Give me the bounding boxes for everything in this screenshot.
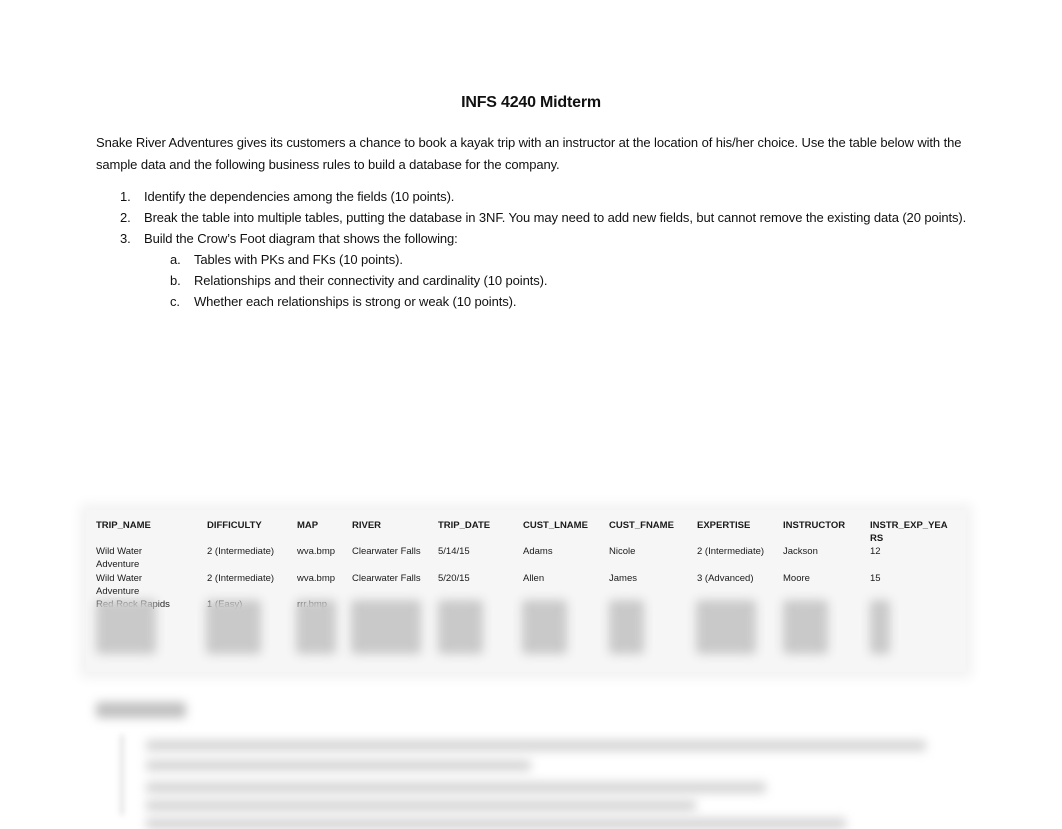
table-cell: Jackson xyxy=(783,546,818,557)
blurred-table-rows xyxy=(96,596,956,658)
subtask-text: Relationships and their connectivity and… xyxy=(194,273,548,288)
table-cell: 2 (Intermediate) xyxy=(207,546,275,557)
blurred-text-line xyxy=(146,800,696,811)
table-cell: Wild Water Adventure xyxy=(96,546,143,570)
table-cell: James xyxy=(609,573,637,584)
subtask-text: Tables with PKs and FKs (10 points). xyxy=(194,252,403,267)
table-cell: 12 xyxy=(870,546,881,557)
column-header: CUST_FNAME xyxy=(609,520,674,531)
table-cell: 5/20/15 xyxy=(438,573,470,584)
table-cell: 15 xyxy=(870,573,881,584)
blurred-text-line xyxy=(146,782,766,793)
task-item: 3. Build the Crow’s Foot diagram that sh… xyxy=(96,229,976,249)
task-text: Identify the dependencies among the fiel… xyxy=(144,189,455,204)
document-page: INFS 4240 Midterm Snake River Adventures… xyxy=(0,0,1062,829)
blurred-text-line xyxy=(146,818,846,829)
subtask-letter: a. xyxy=(170,252,181,267)
column-header: TRIP_DATE xyxy=(438,520,491,531)
blurred-section-heading xyxy=(96,702,186,718)
column-header: INSTRUCTOR xyxy=(783,520,846,531)
table-cell: wva.bmp xyxy=(297,546,336,557)
column-header: RIVER xyxy=(352,520,382,531)
document-title: INFS 4240 Midterm xyxy=(461,94,601,111)
column-header: EXPERTISE xyxy=(697,520,751,531)
task-text: Build the Crow’s Foot diagram that shows… xyxy=(144,231,458,246)
column-header: TRIP_NAME xyxy=(96,520,151,531)
blurred-text-line xyxy=(146,760,531,771)
subtask-item: a. Tables with PKs and FKs (10 points). xyxy=(96,250,976,270)
table-cell: Allen xyxy=(523,573,545,584)
subtask-text: Whether each relationships is strong or … xyxy=(194,294,517,309)
table-cell: 3 (Advanced) xyxy=(697,573,754,584)
task-number: 2. xyxy=(120,210,131,225)
table-cell: 2 (Intermediate) xyxy=(697,546,765,557)
task-item: 2. Break the table into multiple tables,… xyxy=(96,208,976,228)
task-list: 1. Identify the dependencies among the f… xyxy=(96,187,976,313)
table-cell: Wild Water Adventure xyxy=(96,573,143,597)
table-cell: 5/14/15 xyxy=(438,546,470,557)
subtask-item: c. Whether each relationships is strong … xyxy=(96,292,976,312)
column-header: MAP xyxy=(297,520,319,531)
table-cell: Adams xyxy=(523,546,553,557)
table-cell: Clearwater Falls xyxy=(352,546,421,557)
table-cell: Moore xyxy=(783,573,810,584)
subtask-item: b. Relationships and their connectivity … xyxy=(96,271,976,291)
column-header: INSTR_EXP_YEARS xyxy=(870,520,948,544)
column-header: DIFFICULTY xyxy=(207,520,262,531)
intro-paragraph: Snake River Adventures gives its custome… xyxy=(96,135,962,172)
task-number: 1. xyxy=(120,189,131,204)
subtask-letter: c. xyxy=(170,294,180,309)
sample-data-table: TRIP_NAME DIFFICULTY MAP RIVER TRIP_DATE CUST… xyxy=(86,510,966,672)
table-cell: wva.bmp xyxy=(297,573,336,584)
table-cell: Clearwater Falls xyxy=(352,573,421,584)
table-cell: Nicole xyxy=(609,546,636,557)
task-item: 1. Identify the dependencies among the f… xyxy=(96,187,976,207)
task-text: Break the table into multiple tables, pu… xyxy=(144,210,967,225)
blurred-text-line xyxy=(146,740,926,751)
column-header: CUST_LNAME xyxy=(523,520,588,531)
table-cell: 2 (Intermediate) xyxy=(207,573,275,584)
blurred-list-markers xyxy=(120,735,124,815)
subtask-letter: b. xyxy=(170,273,181,288)
task-number: 3. xyxy=(120,231,131,246)
